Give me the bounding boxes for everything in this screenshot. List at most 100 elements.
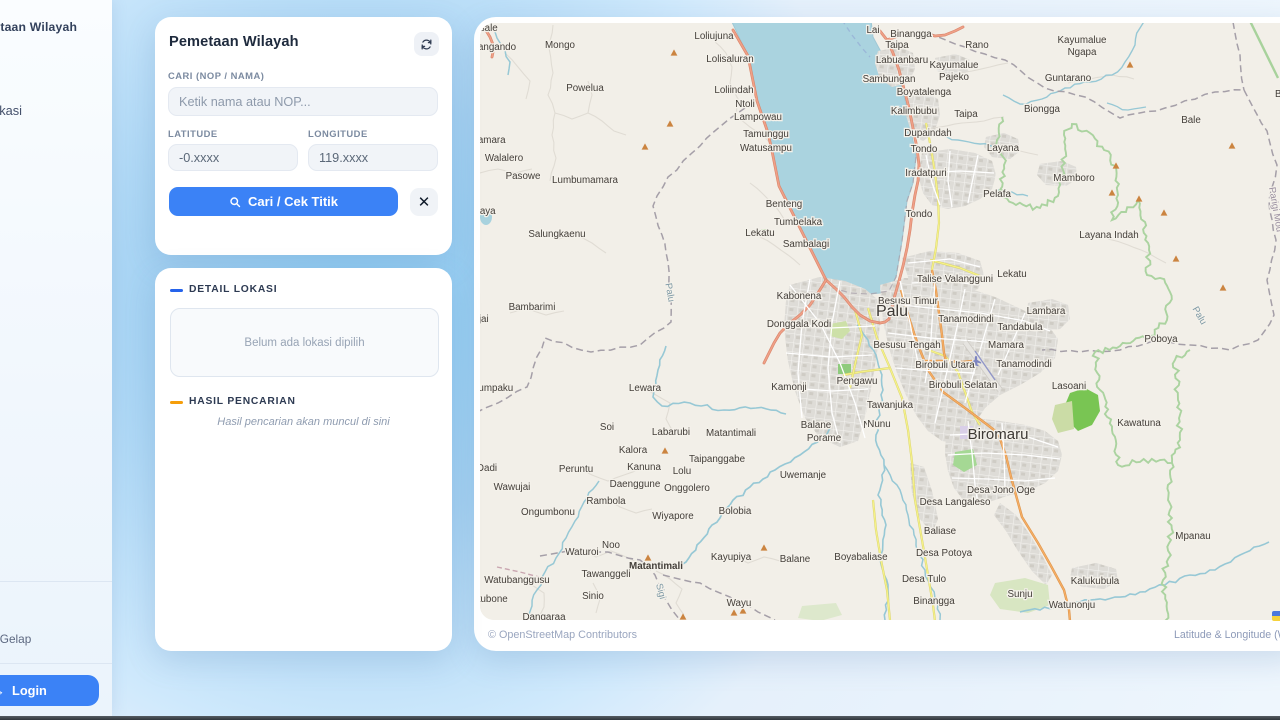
svg-text:Benteng: Benteng bbox=[766, 199, 803, 210]
svg-text:Daenggune: Daenggune bbox=[610, 479, 661, 490]
svg-text:Kalora: Kalora bbox=[619, 445, 648, 456]
svg-text:Sunju: Sunju bbox=[1007, 589, 1032, 600]
svg-text:Watubanggusu: Watubanggusu bbox=[484, 575, 550, 586]
svg-text:Lasoani: Lasoani bbox=[1052, 381, 1086, 392]
svg-text:Walalero: Walalero bbox=[485, 153, 524, 164]
svg-text:Taipa: Taipa bbox=[885, 40, 909, 51]
svg-text:Taipanggabe: Taipanggabe bbox=[689, 454, 746, 465]
svg-text:Onggolero: Onggolero bbox=[664, 483, 710, 494]
svg-text:Taipa: Taipa bbox=[954, 109, 978, 120]
svg-text:Powelua: Powelua bbox=[566, 83, 604, 94]
svg-text:Salungkaenu: Salungkaenu bbox=[528, 229, 585, 240]
svg-text:Matantimali: Matantimali bbox=[629, 561, 683, 572]
svg-text:Watusampu: Watusampu bbox=[740, 143, 792, 154]
svg-text:Labarubi: Labarubi bbox=[652, 427, 690, 438]
svg-text:Desa Langaleso: Desa Langaleso bbox=[920, 497, 991, 508]
svg-text:Tondo: Tondo bbox=[911, 144, 938, 155]
svg-text:Lolisaluran: Lolisaluran bbox=[706, 54, 753, 65]
svg-text:Loliujuna: Loliujuna bbox=[694, 31, 734, 42]
svg-text:Tawanjuka: Tawanjuka bbox=[867, 400, 914, 411]
svg-text:Tanamodindi: Tanamodindi bbox=[938, 314, 994, 325]
svg-text:Ntoli: Ntoli bbox=[735, 99, 755, 110]
svg-text:Wawujai: Wawujai bbox=[494, 482, 531, 493]
svg-text:Kalukubula: Kalukubula bbox=[1071, 576, 1120, 587]
svg-text:Bolobia: Bolobia bbox=[719, 506, 752, 517]
svg-text:Lewara: Lewara bbox=[629, 383, 662, 394]
svg-text:Dupaindah: Dupaindah bbox=[904, 128, 951, 139]
svg-text:Ngapa: Ngapa bbox=[1068, 47, 1097, 58]
svg-text:Kawatuna: Kawatuna bbox=[1117, 418, 1161, 429]
svg-text:Soi: Soi bbox=[600, 422, 614, 433]
svg-text:Tamunggu: Tamunggu bbox=[743, 129, 789, 140]
svg-text:Mpanau: Mpanau bbox=[1175, 531, 1210, 542]
svg-text:Baliase: Baliase bbox=[924, 526, 957, 537]
svg-text:Nunu: Nunu bbox=[867, 419, 890, 430]
svg-text:Sinio: Sinio bbox=[582, 591, 604, 602]
svg-text:atubone: atubone bbox=[480, 594, 508, 605]
svg-text:Waturoi: Waturoi bbox=[565, 547, 598, 558]
svg-text:Tandabula: Tandabula bbox=[997, 322, 1043, 333]
svg-text:Matantimali: Matantimali bbox=[706, 428, 756, 439]
svg-text:Tondo: Tondo bbox=[906, 209, 933, 220]
svg-text:Tumbelaka: Tumbelaka bbox=[774, 217, 823, 228]
svg-text:njai: njai bbox=[480, 314, 489, 325]
svg-text:Layana Indah: Layana Indah bbox=[1079, 230, 1138, 241]
svg-text:Lekatu: Lekatu bbox=[997, 269, 1026, 280]
svg-text:Kalimbubu: Kalimbubu bbox=[891, 106, 937, 117]
svg-text:Tanamodindi: Tanamodindi bbox=[996, 359, 1052, 370]
svg-text:Sambungan: Sambungan bbox=[863, 74, 916, 85]
svg-text:Birobuli Selatan: Birobuli Selatan bbox=[929, 380, 998, 391]
svg-text:Watunonju: Watunonju bbox=[1049, 600, 1095, 611]
svg-text:Balane: Balane bbox=[801, 420, 832, 431]
svg-text:Kabonena: Kabonena bbox=[777, 291, 822, 302]
svg-text:Bale: Bale bbox=[1181, 115, 1201, 126]
svg-text:Lumbumamara: Lumbumamara bbox=[552, 175, 618, 186]
svg-text:Biromaru: Biromaru bbox=[968, 426, 1029, 443]
svg-text:Lolu: Lolu bbox=[673, 466, 692, 477]
svg-text:Lambara: Lambara bbox=[1027, 306, 1066, 317]
svg-text:Rano: Rano bbox=[965, 40, 989, 51]
svg-text:Desa Tulo: Desa Tulo bbox=[902, 574, 947, 585]
svg-text:Birobuli Utara: Birobuli Utara bbox=[915, 360, 975, 371]
svg-text:Porame: Porame bbox=[807, 433, 842, 444]
svg-text:Poboya: Poboya bbox=[1144, 334, 1178, 345]
svg-text:Besusu Tengah: Besusu Tengah bbox=[873, 340, 940, 351]
svg-text:Sambalagi: Sambalagi bbox=[783, 239, 829, 250]
svg-text:baya: baya bbox=[480, 206, 496, 217]
svg-text:Labuanbaru: Labuanbaru bbox=[876, 55, 928, 66]
svg-text:Rambola: Rambola bbox=[586, 496, 626, 507]
svg-text:Lai: Lai bbox=[866, 25, 879, 36]
svg-text:Wiyapore: Wiyapore bbox=[652, 511, 694, 522]
svg-text:Guntarano: Guntarano bbox=[1045, 73, 1092, 84]
svg-text:Tawanggeli: Tawanggeli bbox=[581, 569, 630, 580]
svg-text:Mamara: Mamara bbox=[988, 340, 1024, 351]
svg-text:Biongga: Biongga bbox=[1024, 104, 1061, 115]
svg-text:Layana: Layana bbox=[987, 143, 1020, 154]
svg-text:Dadi: Dadi bbox=[480, 463, 497, 474]
svg-text:Boyatalenga: Boyatalenga bbox=[897, 87, 952, 98]
svg-text:Kayumalue: Kayumalue bbox=[929, 60, 979, 71]
svg-text:baliase: baliase bbox=[856, 552, 888, 563]
svg-text:Pasowe: Pasowe bbox=[506, 171, 541, 182]
svg-text:Wayu: Wayu bbox=[727, 598, 752, 609]
svg-text:Dangaraa: Dangaraa bbox=[522, 612, 566, 620]
svg-text:Iradatpuri: Iradatpuri bbox=[905, 168, 946, 179]
svg-text:Binangga: Binangga bbox=[913, 596, 955, 607]
svg-text:Mamboro: Mamboro bbox=[1053, 173, 1095, 184]
svg-text:Bambarimi: Bambarimi bbox=[509, 302, 556, 313]
svg-text:Mongo: Mongo bbox=[545, 40, 576, 51]
svg-text:Balane: Balane bbox=[780, 554, 811, 565]
svg-text:namara: namara bbox=[480, 135, 506, 146]
svg-text:Loliindah: Loliindah bbox=[714, 85, 753, 96]
svg-text:Lekatu: Lekatu bbox=[745, 228, 774, 239]
svg-text:Binangga: Binangga bbox=[890, 29, 932, 40]
svg-text:Donggala Kodi: Donggala Kodi bbox=[767, 319, 831, 330]
svg-text:Kayupiya: Kayupiya bbox=[711, 552, 752, 563]
svg-text:Lampowau: Lampowau bbox=[734, 112, 782, 123]
svg-text:Uwemanje: Uwemanje bbox=[780, 470, 827, 481]
svg-text:Ongumbonu: Ongumbonu bbox=[521, 507, 575, 518]
svg-text:Desa Potoya: Desa Potoya bbox=[916, 548, 973, 559]
svg-text:angando: angando bbox=[480, 42, 517, 53]
svg-text:Pelafa: Pelafa bbox=[983, 189, 1011, 200]
svg-text:osale: osale bbox=[480, 23, 498, 34]
